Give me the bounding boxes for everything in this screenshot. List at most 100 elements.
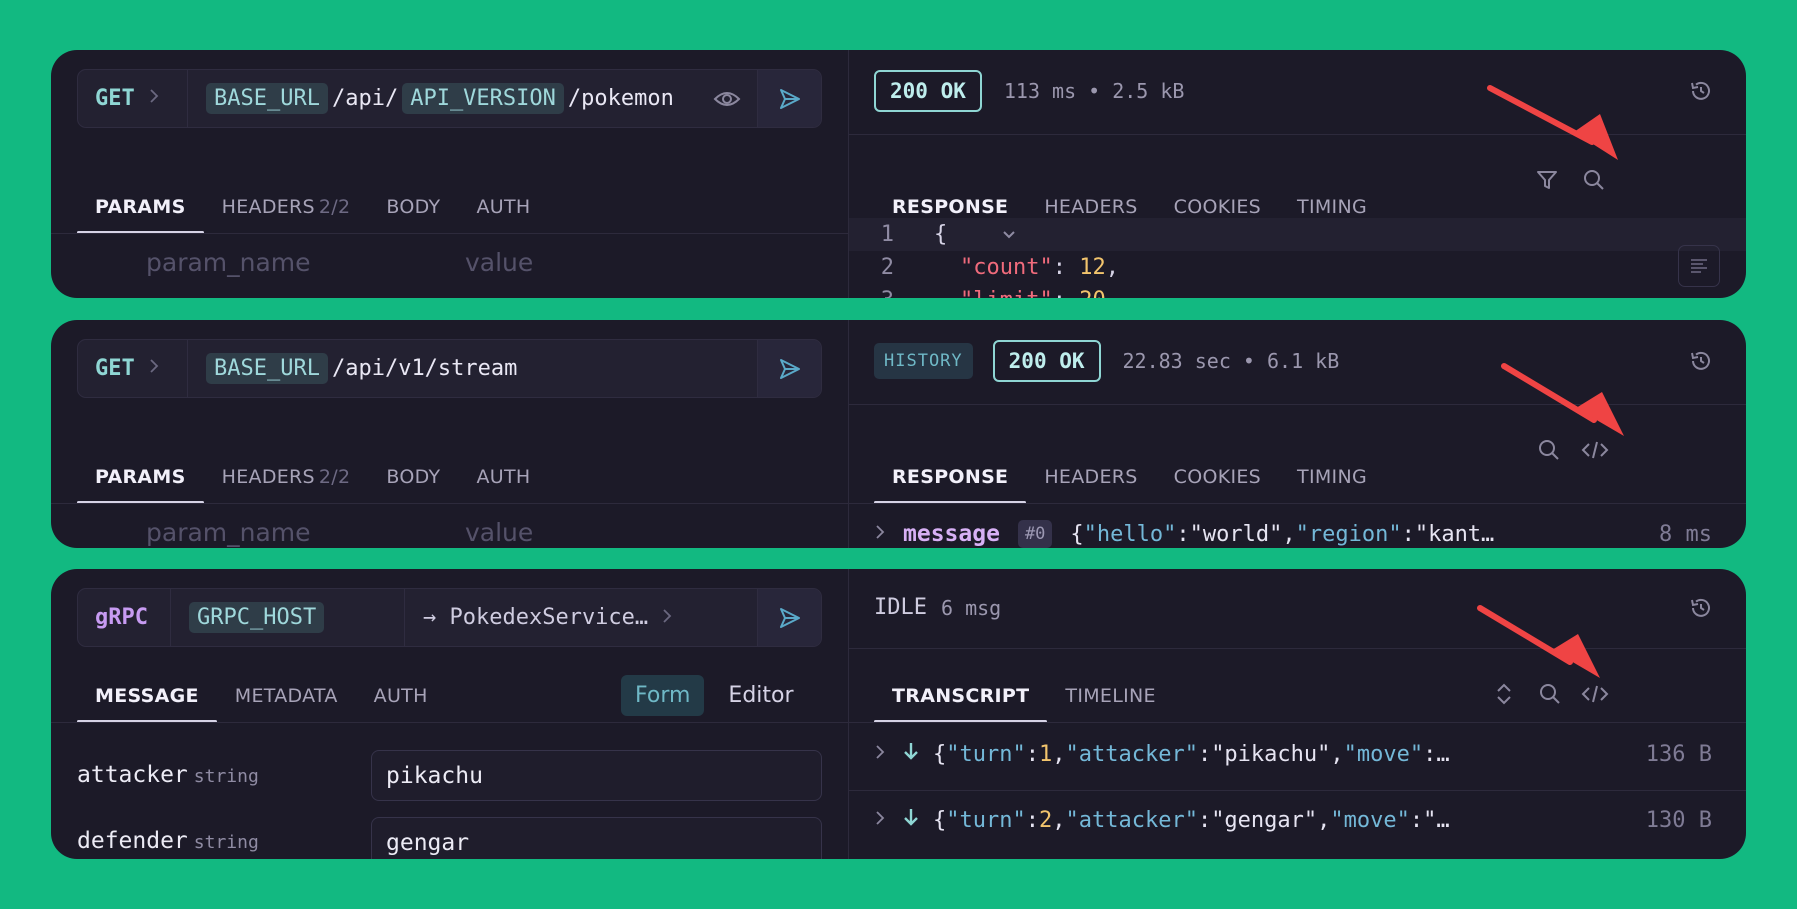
code-line: 3 "limit": 20: [849, 284, 1746, 298]
tab-params[interactable]: PARAMS: [77, 180, 204, 234]
code-line: 2 "count": 12,: [849, 251, 1746, 284]
param-value-input[interactable]: value: [465, 518, 533, 547]
search-icon[interactable]: [1580, 166, 1608, 194]
form-toggle[interactable]: Form: [621, 675, 705, 716]
field-type: string: [193, 766, 259, 787]
transcript-row[interactable]: { "turn": 2, "attacker": "gengar", "move…: [849, 798, 1746, 842]
editor-toggle[interactable]: Editor: [714, 675, 807, 716]
json-colon: :: [1025, 807, 1039, 833]
response-status: 200 OK 113 ms • 2.5 kB: [874, 70, 1184, 112]
send-icon[interactable]: [757, 340, 821, 397]
url-input[interactable]: BASE_URL /api/v1/stream: [188, 353, 757, 384]
tab-cookies[interactable]: COOKIES: [1156, 450, 1279, 503]
tab-headers[interactable]: HEADERS 2/2: [204, 180, 369, 233]
format-icon[interactable]: [1678, 245, 1720, 287]
tab-metadata[interactable]: METADATA: [217, 669, 356, 722]
field-name: attacker: [77, 762, 188, 788]
view-toggle: Form Editor: [621, 675, 808, 716]
tab-response-headers[interactable]: HEADERS: [1026, 450, 1155, 503]
param-value-input[interactable]: value: [465, 248, 533, 277]
grpc-bar: gRPC GRPC_HOST → PokedexService…: [77, 588, 822, 647]
response-pane: IDLE 6 msg TRANSCRIPT TIMELINE {"turn" …: [848, 569, 1746, 859]
grpc-host[interactable]: GRPC_HOST: [171, 589, 405, 646]
json-colon: :: [1025, 741, 1039, 767]
json-key: "move": [1343, 741, 1424, 767]
eye-icon[interactable]: [697, 89, 757, 109]
param-name-input[interactable]: param_name: [146, 248, 311, 277]
fold-icon[interactable]: [906, 206, 1016, 263]
send-icon[interactable]: [757, 589, 821, 646]
chevron-right-icon: [875, 744, 885, 765]
tab-count: 2/2: [318, 465, 351, 488]
json-comma: ,: [1052, 807, 1066, 833]
json-string: "gengar": [1211, 807, 1318, 833]
filter-icon[interactable]: [1533, 166, 1561, 194]
tab-auth[interactable]: AUTH: [458, 180, 548, 233]
url-segment: /api/: [331, 86, 399, 111]
tab-response[interactable]: RESPONSE: [874, 450, 1027, 504]
tab-timeline[interactable]: TIMELINE: [1047, 669, 1173, 722]
json-brace: {: [934, 222, 948, 247]
field-name: defender: [77, 828, 188, 854]
tab-label: AUTH: [476, 465, 531, 488]
json-key: "turn": [946, 741, 1026, 767]
line-number: 1: [880, 222, 894, 247]
chevron-right-icon: [149, 88, 159, 109]
history-icon[interactable]: [1688, 595, 1714, 621]
tab-auth[interactable]: AUTH: [458, 450, 548, 503]
arrow-down-icon: [903, 741, 919, 767]
send-icon[interactable]: [757, 70, 821, 127]
response-tabs: TRANSCRIPT TIMELINE: [874, 669, 1174, 723]
divider: [51, 722, 848, 723]
json-colon: :: [1401, 521, 1415, 547]
attacker-input[interactable]: pikachu: [371, 750, 822, 801]
url-input[interactable]: BASE_URL /api/ API_VERSION /pokemon: [188, 83, 697, 114]
tab-body[interactable]: BODY: [368, 450, 458, 503]
json-key: "turn": [946, 807, 1026, 833]
url-segment: /pokemon: [567, 86, 674, 111]
json-colon: :: [1423, 741, 1437, 767]
tab-headers[interactable]: HEADERS 2/2: [204, 450, 369, 503]
json-string: "pikachu": [1211, 741, 1331, 767]
stream-status: IDLE 6 msg: [874, 595, 1001, 620]
json-key: "hello": [1083, 521, 1177, 547]
code-line: 1 {: [849, 218, 1746, 251]
json-number: 20: [1079, 288, 1106, 298]
tab-label: HEADERS: [221, 465, 315, 488]
chevron-right-icon: [662, 605, 672, 630]
line-number: 3: [849, 288, 906, 298]
response-tabs: RESPONSE HEADERS COOKIES TIMING: [874, 450, 1385, 504]
history-icon[interactable]: [1688, 78, 1714, 104]
tab-label: PARAMS: [95, 465, 186, 488]
service-selector[interactable]: → PokedexService…: [405, 605, 757, 630]
defender-input[interactable]: gengar: [371, 817, 822, 859]
service-label: → PokedexService…: [423, 605, 649, 630]
response-body: 1 { 2 "count": 12, 3 "limit": 20: [849, 218, 1746, 298]
tab-transcript[interactable]: TRANSCRIPT: [874, 669, 1048, 723]
method-selector[interactable]: GET: [78, 70, 188, 127]
method-selector[interactable]: gRPC: [78, 589, 171, 646]
history-icon[interactable]: [1688, 348, 1714, 374]
json-colon: :: [1176, 521, 1190, 547]
connection-state: IDLE: [874, 595, 927, 620]
method-label: gRPC: [95, 605, 148, 630]
json-number: 12: [1079, 255, 1106, 280]
tab-auth[interactable]: AUTH: [356, 669, 446, 722]
request-tabs: MESSAGE METADATA AUTH: [77, 669, 446, 723]
divider: [849, 503, 1746, 504]
tab-body[interactable]: BODY: [368, 180, 458, 233]
tab-message[interactable]: MESSAGE: [77, 669, 217, 723]
json-key: "move": [1330, 807, 1410, 833]
param-name-input[interactable]: param_name: [146, 518, 311, 547]
json-key: "region": [1295, 521, 1402, 547]
method-selector[interactable]: GET: [78, 340, 188, 397]
tab-params[interactable]: PARAMS: [77, 450, 204, 504]
json-comma: ,: [1105, 255, 1119, 280]
json-comma: ,: [1317, 807, 1331, 833]
response-meta: 113 ms • 2.5 kB: [1003, 79, 1185, 103]
history-badge[interactable]: HISTORY: [874, 343, 973, 379]
field-label-attacker: attacker string: [77, 762, 259, 788]
stream-event-row[interactable]: message #0 { "hello": "world", "region":…: [849, 514, 1746, 548]
tab-timing[interactable]: TIMING: [1279, 450, 1385, 503]
transcript-row[interactable]: { "turn": 1, "attacker": "pikachu", "mov…: [849, 732, 1746, 776]
